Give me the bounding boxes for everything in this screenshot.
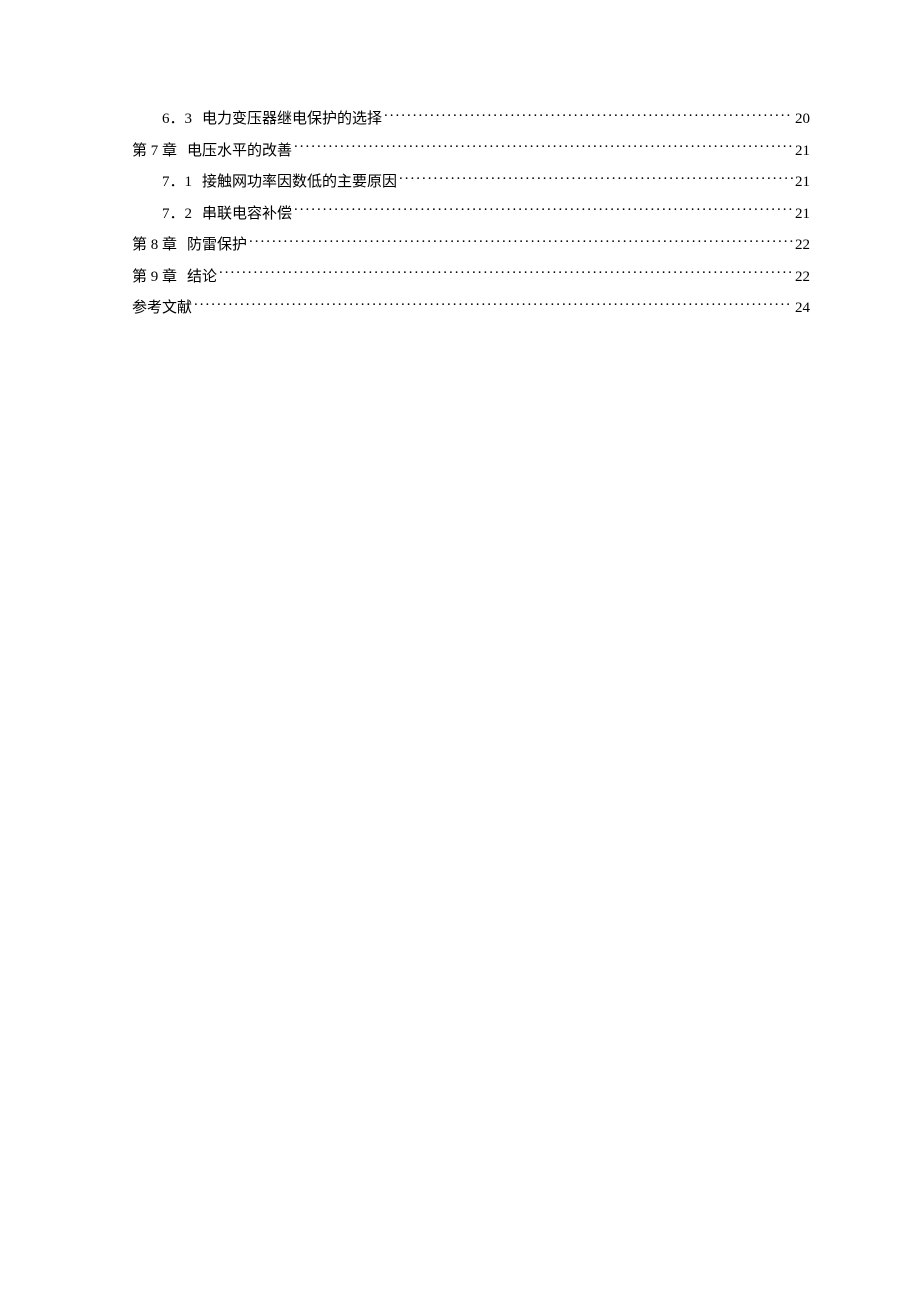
toc-prefix: 7．2: [162, 206, 192, 222]
toc-leader: [249, 234, 793, 249]
toc-entry: 6．3 电力变压器继电保护的选择 20: [132, 108, 810, 131]
toc-title: 结论: [187, 269, 217, 285]
toc-entry: 7．2 串联电容补偿 21: [132, 203, 810, 226]
toc-title: 参考文献: [132, 300, 192, 316]
toc-label: 参考文献: [132, 297, 192, 320]
toc-leader: [219, 266, 793, 281]
toc-prefix: 第 9 章: [132, 269, 177, 285]
toc-label: 第 9 章结论: [132, 266, 217, 289]
toc-prefix: 第 8 章: [132, 237, 177, 253]
toc-prefix: 第 7 章: [132, 143, 177, 159]
toc-label: 7．1 接触网功率因数低的主要原因: [162, 171, 397, 194]
toc-entry: 第 7 章电压水平的改善 21: [132, 140, 810, 163]
toc-entry: 7．1 接触网功率因数低的主要原因 21: [132, 171, 810, 194]
toc-entry: 参考文献 24: [132, 297, 810, 320]
toc-leader: [194, 297, 793, 312]
toc-label: 6．3 电力变压器继电保护的选择: [162, 108, 382, 131]
document-page: 6．3 电力变压器继电保护的选择 20 第 7 章电压水平的改善 21 7．1 接触…: [0, 0, 920, 320]
toc-prefix: 6．3: [162, 111, 192, 127]
toc-leader: [399, 171, 793, 186]
toc-page-number: 21: [795, 140, 810, 163]
toc-label: 第 7 章电压水平的改善: [132, 140, 292, 163]
toc-title: 接触网功率因数低的主要原因: [202, 174, 397, 190]
toc-label: 7．2 串联电容补偿: [162, 203, 292, 226]
toc-page-number: 24: [795, 297, 810, 320]
toc-label: 第 8 章防雷保护: [132, 234, 247, 257]
toc-page-number: 22: [795, 234, 810, 257]
toc-leader: [384, 108, 793, 123]
toc-entry: 第 8 章防雷保护 22: [132, 234, 810, 257]
toc-page-number: 20: [795, 108, 810, 131]
toc-prefix: 7．1: [162, 174, 192, 190]
toc-title: 电力变压器继电保护的选择: [202, 111, 382, 127]
toc-page-number: 22: [795, 266, 810, 289]
toc-page-number: 21: [795, 171, 810, 194]
toc-leader: [294, 203, 793, 218]
toc-title: 串联电容补偿: [202, 206, 292, 222]
toc-entry: 第 9 章结论 22: [132, 266, 810, 289]
toc-leader: [294, 140, 793, 155]
toc-title: 防雷保护: [187, 237, 247, 253]
toc-title: 电压水平的改善: [187, 143, 292, 159]
toc-page-number: 21: [795, 203, 810, 226]
